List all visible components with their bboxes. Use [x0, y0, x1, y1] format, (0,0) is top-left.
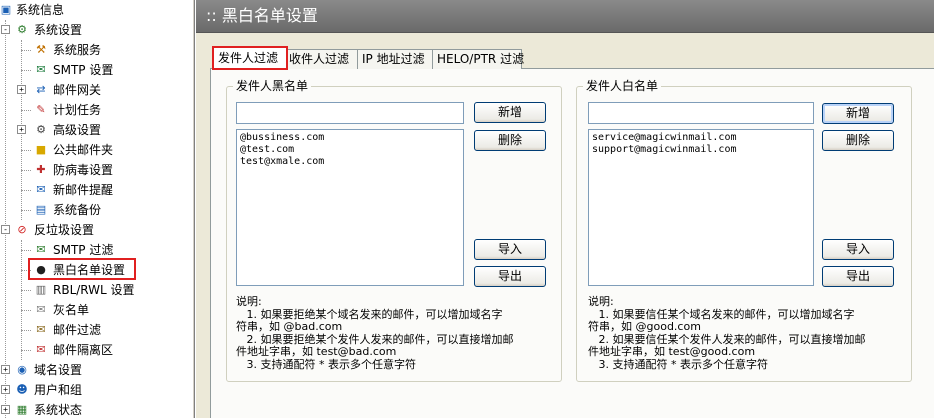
expand-icon[interactable]: + [1, 385, 10, 394]
status-icon: ▦ [16, 403, 28, 416]
tree-line [21, 170, 31, 171]
whitelist-add-button[interactable]: 新增 [822, 103, 894, 124]
list-item[interactable]: test@xmale.com [240, 156, 460, 168]
expand-icon[interactable]: + [1, 365, 10, 374]
blacklist-delete-button[interactable]: 删除 [474, 130, 546, 151]
tree-line [21, 310, 31, 311]
tree-line [21, 350, 31, 351]
page-title: :: 黑白名单设置 [206, 6, 318, 25]
list-item[interactable]: @test.com [240, 144, 460, 156]
folder-icon: ■ [35, 143, 47, 156]
tree-line [21, 250, 31, 251]
advanced-icon: ⚙ [36, 123, 46, 136]
monitor-icon: ▣ [0, 3, 12, 16]
whitelist-listbox[interactable]: service@magicwinmail.com support@magicwin… [588, 129, 814, 286]
filter-icon: ✉ [36, 243, 46, 256]
whitelist-delete-button[interactable]: 删除 [822, 130, 894, 151]
blacklist-listbox[interactable]: @bussiness.com @test.com test@xmale.com [236, 129, 464, 286]
tree-line [21, 150, 31, 151]
quarantine-icon: ✉ [36, 343, 46, 356]
tree-line [21, 50, 31, 51]
users-icon: ☻ [16, 383, 28, 396]
blacklist-add-button[interactable]: 新增 [474, 102, 546, 123]
antivirus-icon: ✚ [36, 163, 46, 176]
selection-highlight [28, 258, 136, 280]
blacklist-input[interactable] [236, 102, 464, 124]
tab-helo-ptr-filter[interactable]: HELO/PTR 过滤 [432, 49, 524, 69]
antispam-icon: ⊘ [17, 223, 27, 236]
list-item[interactable]: @bussiness.com [240, 132, 460, 144]
greylist-icon: ✉ [36, 303, 46, 316]
collapse-icon[interactable]: - [1, 225, 10, 234]
list-item[interactable]: support@magicwinmail.com [592, 144, 810, 156]
blacklist-title: 发件人黑名单 [233, 78, 312, 94]
tree-line [5, 20, 6, 418]
tab-ip-filter[interactable]: IP 地址过滤 [357, 49, 433, 69]
pane-splitter[interactable] [192, 0, 195, 418]
smtp-icon: ✉ [36, 63, 46, 76]
blacklist-notes: 说明: 1. 如果要拒绝某个域名发来的邮件，可以增加域名字 符串，如 @bad.… [236, 295, 514, 371]
tree-line [21, 190, 31, 191]
navigation-tree: ▣ 系统信息 - ⚙ 系统设置 ⚒ 系统服务 ✉ SMTP 设置 + ⇄ 邮件网… [0, 0, 192, 418]
settings-folder-icon: ⚙ [17, 23, 27, 36]
tab-sender-filter[interactable]: 发件人过滤 [212, 46, 288, 70]
backup-icon: ▤ [35, 203, 47, 216]
tree-line [21, 110, 31, 111]
tree-line [21, 210, 31, 211]
service-icon: ⚒ [36, 43, 46, 56]
whitelist-notes: 说明: 1. 如果要信任某个域名发来的邮件，可以增加域名字 符串，如 @good… [588, 295, 866, 371]
rbl-icon: ▥ [35, 283, 47, 296]
expand-icon[interactable]: + [17, 125, 26, 134]
blacklist-export-button[interactable]: 导出 [474, 266, 546, 287]
tree-line [21, 290, 31, 291]
gateway-icon: ⇄ [36, 83, 46, 96]
domain-icon: ◉ [17, 363, 27, 376]
collapse-icon[interactable]: - [1, 25, 10, 34]
tree-line [21, 70, 31, 71]
expand-icon[interactable]: + [1, 405, 10, 414]
mailfilter-icon: ✉ [36, 323, 46, 336]
main-panel: :: 黑白名单设置 收件人过滤 IP 地址过滤 HELO/PTR 过滤 发件人过… [196, 0, 934, 418]
tab-recipient-filter[interactable]: 收件人过滤 [284, 49, 358, 69]
page-header: :: 黑白名单设置 [196, 0, 934, 33]
whitelist-input[interactable] [588, 102, 814, 124]
whitelist-title: 发件人白名单 [583, 78, 662, 94]
tree-line [21, 330, 31, 331]
whitelist-export-button[interactable]: 导出 [822, 266, 894, 287]
expand-icon[interactable]: + [17, 85, 26, 94]
blacklist-import-button[interactable]: 导入 [474, 239, 546, 260]
schedule-icon: ✎ [36, 103, 46, 116]
whitelist-import-button[interactable]: 导入 [822, 239, 894, 260]
notify-icon: ✉ [36, 183, 46, 196]
list-item[interactable]: service@magicwinmail.com [592, 132, 810, 144]
tree-line [21, 240, 22, 360]
